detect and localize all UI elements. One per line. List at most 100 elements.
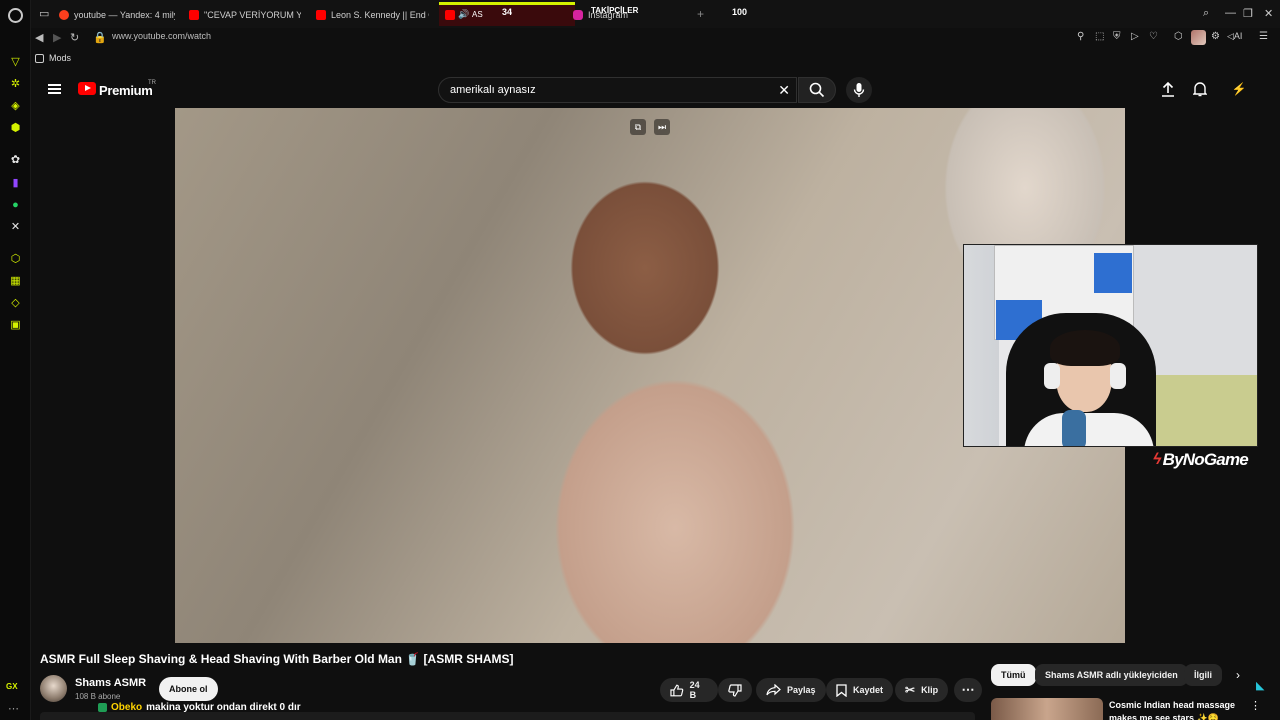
voice-search-button[interactable] bbox=[846, 77, 872, 103]
tab-strip: ▭ youtube — Yandex: 4 milyon "CEVAP VERİ… bbox=[31, 0, 1280, 28]
clear-search-icon[interactable]: ✕ bbox=[778, 82, 790, 99]
bookmark-mods[interactable]: Mods bbox=[35, 53, 71, 63]
more-actions-button[interactable]: ⋯ bbox=[954, 678, 982, 702]
youtube-logo-icon[interactable] bbox=[78, 82, 96, 95]
clip-button[interactable]: ✂ Klip bbox=[895, 678, 949, 702]
menu-icon[interactable] bbox=[48, 84, 61, 94]
more-icon[interactable]: ⋯ bbox=[8, 702, 19, 715]
heart-icon[interactable]: ♡ bbox=[1149, 31, 1158, 42]
overlay-left-count: 34 bbox=[502, 7, 513, 17]
close-window-icon[interactable]: ✕ bbox=[1264, 7, 1273, 20]
brand-mark-icon: ϟ bbox=[1153, 451, 1161, 468]
bookmark-label: Mods bbox=[49, 53, 72, 63]
scissors-icon: ✂ bbox=[905, 683, 916, 697]
reload-icon[interactable]: ↻ bbox=[70, 31, 79, 44]
gx-corner-icon[interactable]: ✲ bbox=[8, 76, 23, 91]
tab-label: youtube — Yandex: 4 milyon bbox=[74, 9, 175, 20]
gx-player-icon[interactable]: ⬡ bbox=[8, 251, 23, 266]
twitch-icon[interactable]: ▮ bbox=[8, 175, 23, 190]
like-button[interactable]: 24 B bbox=[660, 678, 718, 702]
cube-icon[interactable]: ⬡ bbox=[1174, 31, 1183, 42]
tab-leon[interactable]: Leon S. Kennedy || End Of bbox=[316, 4, 429, 25]
search-tabs-icon[interactable]: ⌕ bbox=[1203, 7, 1209, 20]
channel-name[interactable]: Shams ASMR bbox=[75, 677, 146, 689]
chip-all[interactable]: Tümü bbox=[991, 664, 1036, 686]
thumbs-down-icon bbox=[728, 683, 742, 697]
chip-from-uploader[interactable]: Shams ASMR adlı yükleyiciden bbox=[1035, 664, 1188, 686]
shield-icon[interactable]: ⛨ bbox=[1113, 31, 1121, 42]
speaker-icon[interactable]: 🔊 bbox=[458, 9, 469, 20]
back-icon[interactable]: ◀ bbox=[35, 31, 43, 44]
forward-icon[interactable]: ▶ bbox=[53, 31, 61, 44]
lock-icon: 🔒 bbox=[93, 32, 107, 44]
search-box[interactable]: amerikalı aynasız ✕ bbox=[438, 77, 797, 103]
overlay-title: TAKİPÇİLER bbox=[591, 6, 639, 15]
youtube-icon bbox=[189, 9, 199, 20]
extensions-icon[interactable]: ⚙ bbox=[1211, 31, 1220, 42]
stream-microphone bbox=[1062, 410, 1086, 446]
streamer-webcam bbox=[963, 244, 1258, 447]
notifications-button[interactable] bbox=[1191, 80, 1209, 98]
headset-left bbox=[1044, 363, 1060, 389]
aria-ai-icon[interactable]: ◁AI bbox=[1227, 31, 1242, 42]
gx-control-icon[interactable]: ▽ bbox=[8, 54, 23, 69]
shelf-blue-panel bbox=[1094, 253, 1132, 293]
save-button[interactable]: Kaydet bbox=[826, 678, 894, 702]
hair bbox=[1050, 330, 1120, 366]
subscriber-count: 108 B abone bbox=[75, 692, 121, 701]
share-button[interactable]: Paylaş bbox=[756, 678, 826, 702]
whatsapp-icon[interactable]: ● bbox=[8, 197, 23, 212]
like-count: 24 B bbox=[689, 680, 700, 700]
next-video-icon[interactable]: ⏭ bbox=[654, 119, 670, 135]
browser-window: ▽ ✲ ◈ ⬢ ✿ ▮ ● ✕ ⬡ ▦ ◇ ▣ GX ⋯ ▭ youtube —… bbox=[0, 0, 1280, 720]
gx-tab-islands-icon[interactable]: ▦ bbox=[8, 273, 23, 288]
opera-gx-logo-icon[interactable] bbox=[8, 8, 23, 23]
pin-icon[interactable]: ⚲ bbox=[1077, 31, 1084, 42]
gx-hub-icon[interactable]: ⬢ bbox=[8, 120, 23, 135]
recommendation-menu-icon[interactable]: ⋮ bbox=[1250, 699, 1261, 712]
profile-avatar[interactable] bbox=[1191, 30, 1206, 45]
yandex-icon bbox=[59, 9, 69, 20]
video-title: ASMR Full Sleep Shaving & Head Shaving W… bbox=[40, 652, 514, 666]
save-label: Kaydet bbox=[853, 685, 884, 695]
tab-label: "CEVAP VERİYORUM YAR bbox=[204, 9, 301, 20]
player-icon[interactable]: ▷ bbox=[1131, 31, 1139, 42]
tab-yandex[interactable]: youtube — Yandex: 4 milyon bbox=[59, 4, 175, 25]
microphone-icon bbox=[853, 83, 865, 97]
gx-sidebar: ▽ ✲ ◈ ⬢ ✿ ▮ ● ✕ ⬡ ▦ ◇ ▣ GX ⋯ bbox=[0, 0, 31, 720]
search-button[interactable] bbox=[798, 77, 836, 103]
address-bar: ◀ ▶ ↻ 🔒 www.youtube.com/watch ⚲ ⬚ ⛨ ▷ ♡ … bbox=[31, 28, 1280, 48]
search-input[interactable]: amerikalı aynasız bbox=[450, 84, 536, 96]
workspaces-icon[interactable]: ▭ bbox=[39, 7, 49, 20]
chat-badge-icon bbox=[98, 703, 107, 712]
subscribe-button[interactable]: Abone ol bbox=[159, 677, 218, 701]
overlay-right-count: 100 bbox=[732, 7, 748, 17]
description-box[interactable] bbox=[40, 712, 975, 720]
gx-label: GX bbox=[6, 682, 18, 691]
youtube-icon bbox=[316, 9, 326, 20]
easy-setup-icon[interactable]: ☰ bbox=[1259, 31, 1268, 42]
miniplayer-icon[interactable]: ⧉ bbox=[630, 119, 646, 135]
channel-avatar[interactable] bbox=[40, 675, 67, 702]
gx-cleaner-icon[interactable]: ◈ bbox=[8, 98, 23, 113]
chevron-right-icon[interactable]: › bbox=[1236, 668, 1240, 682]
chatgpt-icon[interactable]: ✿ bbox=[8, 152, 23, 167]
restore-icon[interactable]: ❐ bbox=[1243, 7, 1253, 20]
dislike-button[interactable] bbox=[718, 678, 752, 702]
recommendation-title[interactable]: Cosmic Indian head massage makes me see … bbox=[1109, 699, 1241, 720]
youtube-premium-label[interactable]: Premium bbox=[99, 83, 153, 98]
upload-button[interactable] bbox=[1159, 80, 1177, 98]
account-avatar-icon[interactable]: ⚡ bbox=[1230, 80, 1248, 98]
snapshot-icon[interactable]: ⬚ bbox=[1095, 31, 1104, 42]
url-field[interactable]: www.youtube.com/watch bbox=[112, 31, 211, 41]
x-twitter-icon[interactable]: ✕ bbox=[8, 219, 23, 234]
gx-games-icon[interactable]: ◇ bbox=[8, 295, 23, 310]
minimize-icon[interactable]: — bbox=[1225, 7, 1236, 19]
new-tab-button[interactable]: + bbox=[697, 7, 704, 21]
bell-icon bbox=[1193, 82, 1207, 97]
recommendation-thumbnail[interactable] bbox=[991, 698, 1103, 720]
chip-related[interactable]: İlgili bbox=[1184, 664, 1222, 686]
clip-label: Klip bbox=[921, 685, 939, 695]
tab-cevap[interactable]: "CEVAP VERİYORUM YAR bbox=[189, 4, 301, 25]
gx-settings-icon[interactable]: ▣ bbox=[8, 317, 23, 332]
